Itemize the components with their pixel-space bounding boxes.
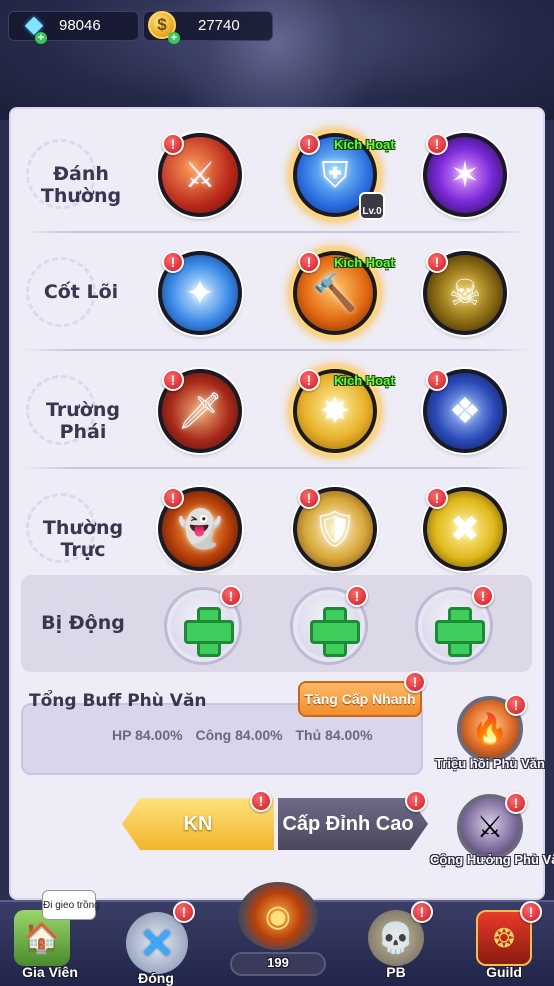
activated-tag: Kích Hoạt <box>334 255 395 270</box>
add-gem-icon[interactable]: + <box>35 32 47 44</box>
add-icon <box>310 607 360 657</box>
quick-upgrade-button[interactable]: Tăng Cấp Nhanh <box>298 681 422 717</box>
row-label: Thường Trực <box>42 517 124 561</box>
alert-badge: ! <box>520 901 542 923</box>
buff-stats: HP 84.00% Công 84.00% Thủ 84.00% <box>112 727 382 743</box>
alert-badge: ! <box>298 487 320 509</box>
row-divider <box>22 231 530 233</box>
nav-garden-label: Gia Viên <box>22 964 78 980</box>
alert-badge: ! <box>472 585 494 607</box>
alert-badge: ! <box>505 792 527 814</box>
alert-badge: ! <box>346 585 368 607</box>
level-text: Lv.0 <box>362 206 382 217</box>
buff-hp: HP 84.00% <box>112 727 183 743</box>
alert-badge: ! <box>298 251 320 273</box>
nav-energy[interactable]: ◉ 199 <box>222 880 334 986</box>
passive-label: Bị Động <box>41 612 125 634</box>
buff-atk: Công 84.00% <box>195 727 283 743</box>
buff-def: Thủ 84.00% <box>295 727 373 743</box>
add-icon <box>184 607 234 657</box>
buff-title: Tổng Buff Phù Văn <box>29 691 207 711</box>
gem-value: 98046 <box>59 17 101 34</box>
row-label: Trường Phái <box>46 399 120 443</box>
alert-badge: ! <box>220 585 242 607</box>
alert-badge: ! <box>173 901 195 923</box>
alert-badge: ! <box>162 487 184 509</box>
alert-badge: ! <box>405 790 427 812</box>
nav-guild-label: Guild <box>486 964 522 980</box>
alert-badge: ! <box>426 369 448 391</box>
alert-badge: ! <box>505 694 527 716</box>
gold-counter[interactable]: $ + 27740 <box>143 11 273 44</box>
summon-rune-button[interactable]: 🔥 Triệu hồi Phù Văn <box>430 696 546 786</box>
gold-value: 27740 <box>198 17 240 34</box>
row-label: Cốt Lõi <box>43 281 119 303</box>
alert-badge: ! <box>162 369 184 391</box>
row-divider <box>22 467 530 469</box>
alert-badge: ! <box>404 671 426 693</box>
alert-badge: ! <box>162 133 184 155</box>
alert-badge: ! <box>411 901 433 923</box>
alert-badge: ! <box>426 251 448 273</box>
alert-badge: ! <box>426 133 448 155</box>
alert-badge: ! <box>426 487 448 509</box>
alert-badge: ! <box>250 790 272 812</box>
nav-close-label: Đóng <box>138 970 174 986</box>
alert-badge: ! <box>162 251 184 273</box>
garden-tooltip: Đi gieo trồng <box>42 890 100 920</box>
gem-counter[interactable]: ◆ + 98046 <box>8 11 139 44</box>
add-gold-icon[interactable]: + <box>168 32 180 44</box>
energy-value: 199 <box>267 955 289 970</box>
row-divider <box>22 349 530 351</box>
demon-eye-icon: ◉ <box>238 882 318 950</box>
row-label: Đánh Thường <box>40 163 122 207</box>
summon-label: Triệu hồi Phù Văn <box>435 756 545 771</box>
nav-dungeon-label: PB <box>386 964 406 980</box>
activated-tag: Kích Hoạt <box>334 373 395 388</box>
activated-tag: Kích Hoạt <box>334 137 395 152</box>
add-icon <box>435 607 485 657</box>
level-badge: Lv.0 <box>359 192 385 220</box>
alert-badge: ! <box>298 369 320 391</box>
resonance-label: Cộng Hưởng Phù Văn <box>430 852 554 867</box>
resonance-rune-button[interactable]: ⚔ Cộng Hưởng Phù Văn <box>430 794 554 884</box>
alert-badge: ! <box>298 133 320 155</box>
